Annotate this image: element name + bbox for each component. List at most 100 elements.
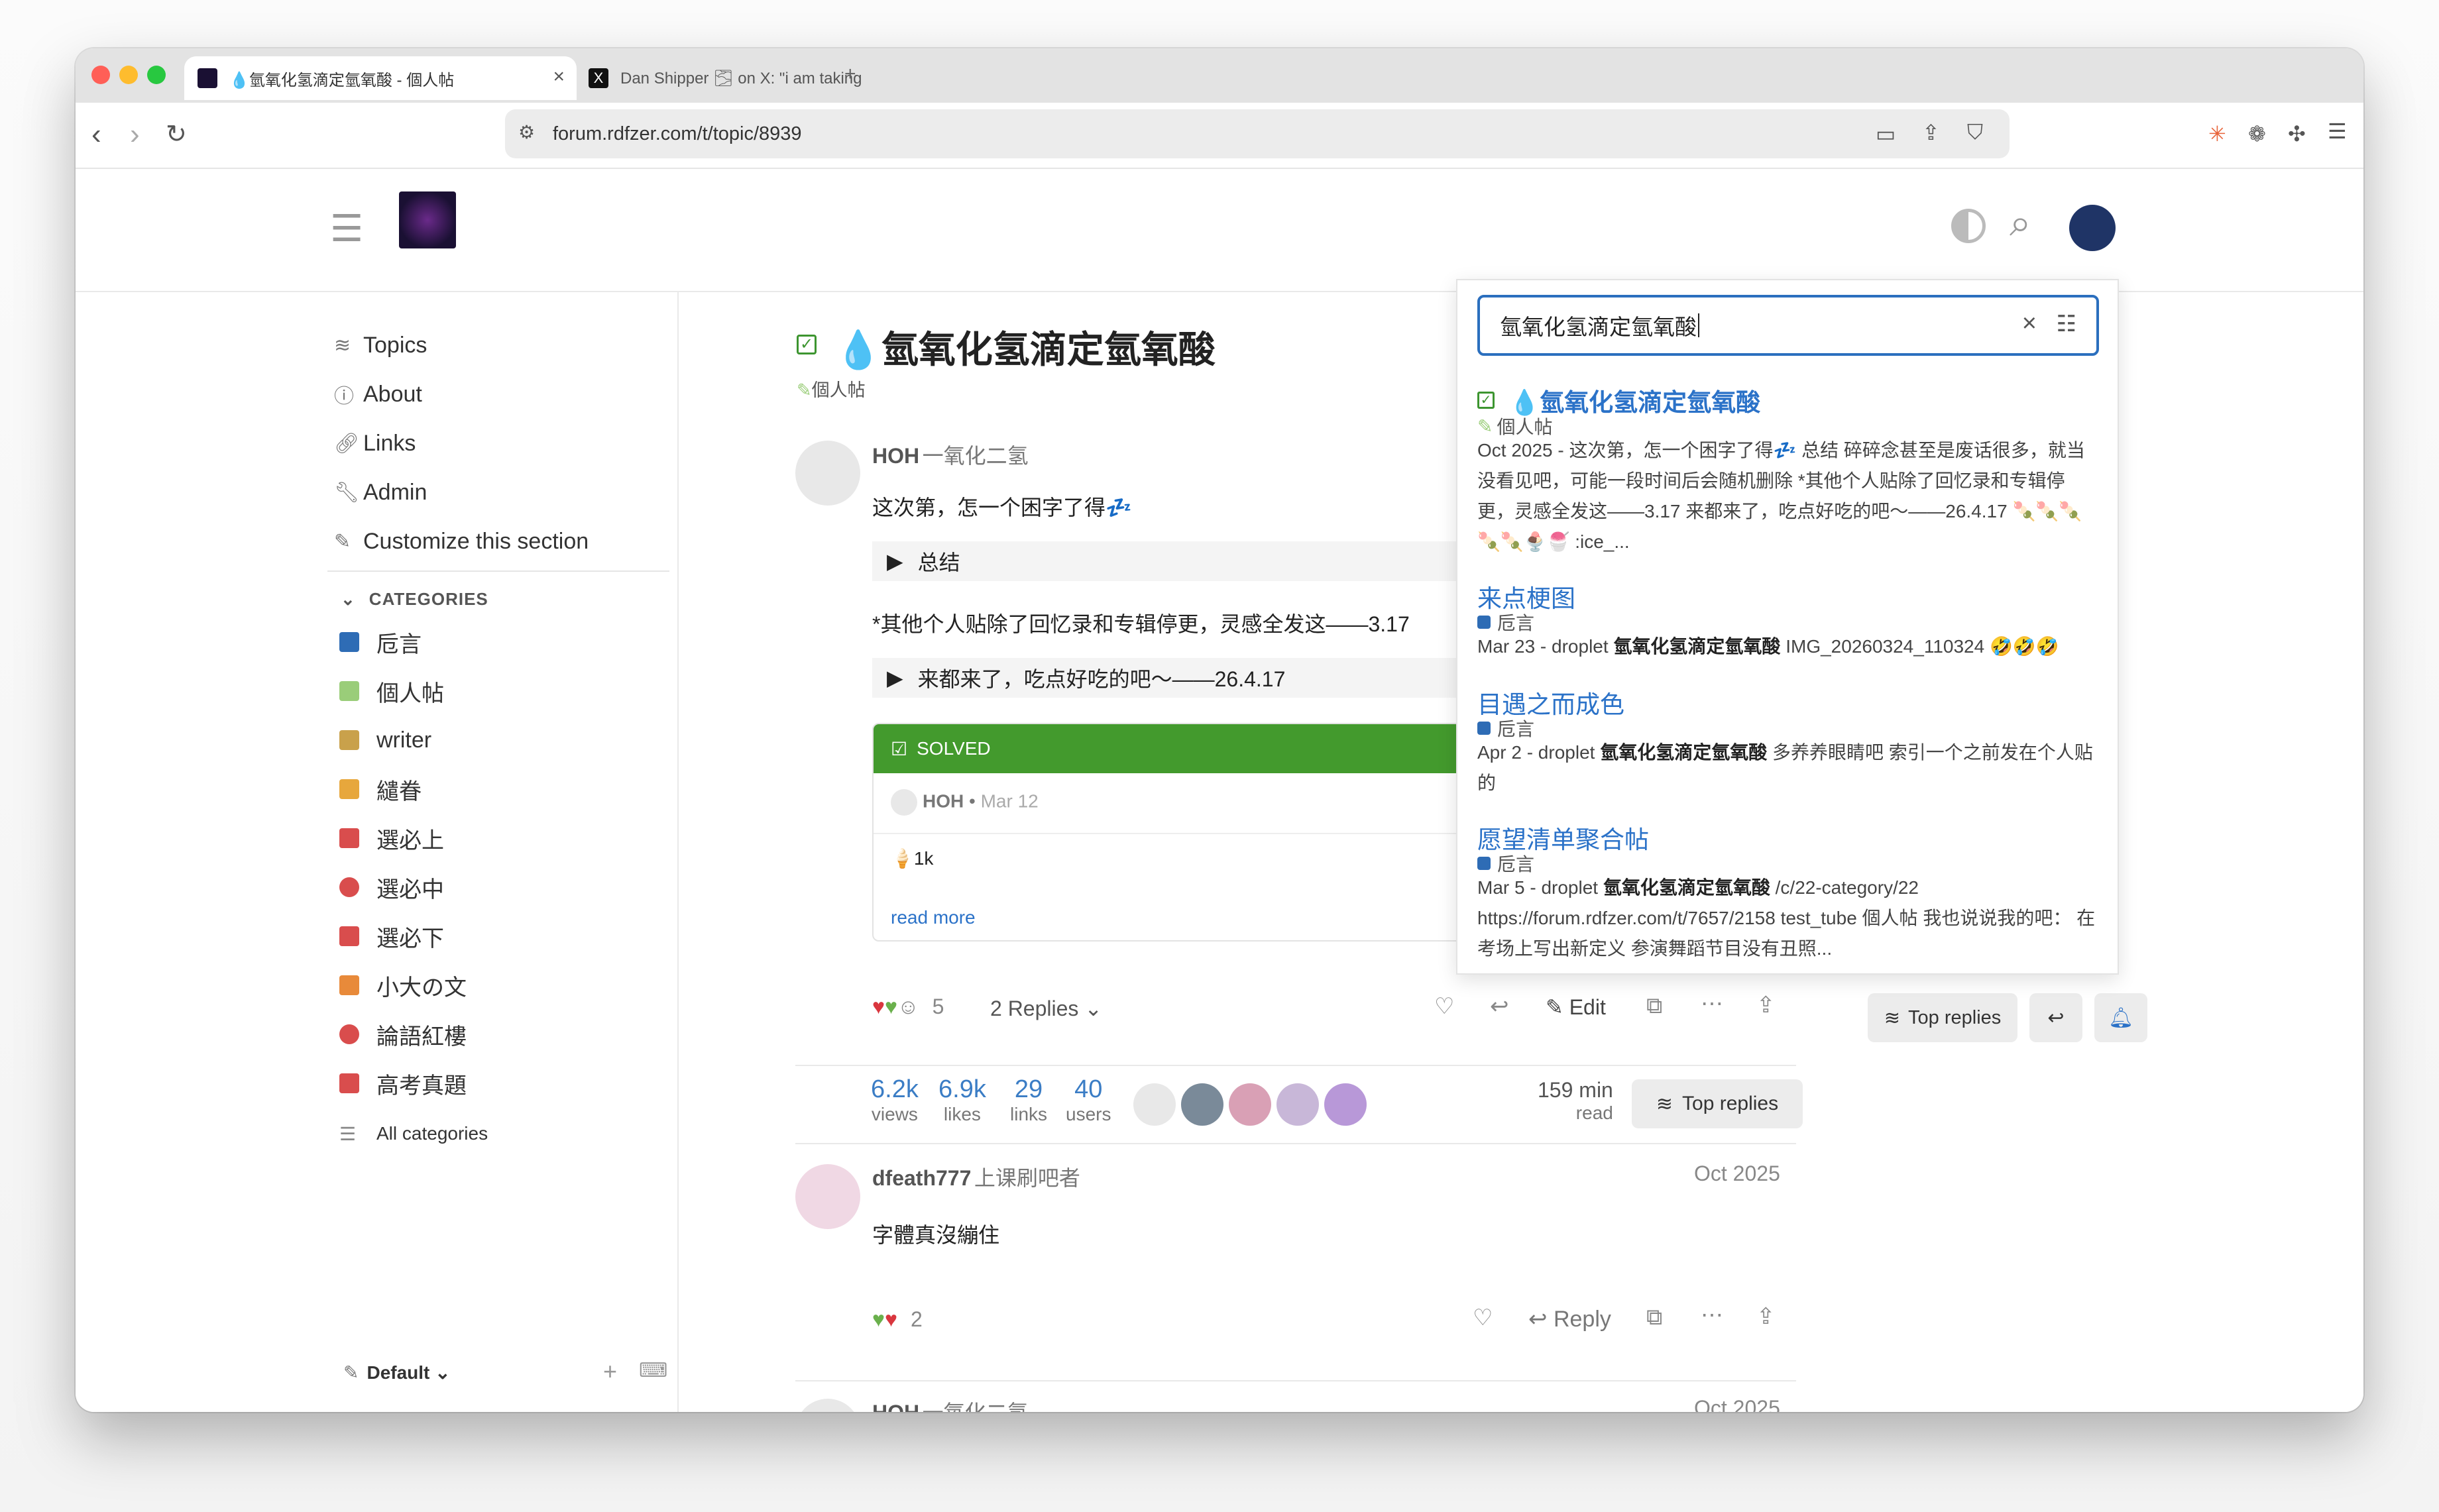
puzzle-icon[interactable]: ✣ [2288,121,2306,146]
timeline-reply-button[interactable]: ↩ [2029,993,2082,1042]
advanced-search-icon[interactable]: ☷ [2057,311,2076,337]
search-result-excerpt: Apr 2 - droplet 氫氧化氢滴定氫氧酸 多养养眼睛吧 索引一个之前发… [1477,742,2093,793]
tab-active[interactable]: 💧氫氧化氢滴定氫氧酸 - 個人帖 × [184,56,577,100]
layers-icon: ≋ [334,334,351,356]
sidebar-filter-dropdown[interactable]: ✎ Default ⌄ [343,1362,451,1383]
user-title: 上课刷吧者 [974,1166,1080,1190]
post-date[interactable]: Oct 2025 [1694,1396,1780,1412]
pencil-icon: ✎ [343,1362,359,1383]
search-icon[interactable]: ⌕ [2010,201,2031,246]
avatar[interactable] [1133,1083,1176,1126]
new-tab-button[interactable]: + [844,63,856,85]
sidebar-category-item[interactable]: 論語紅樓 [339,1014,467,1054]
sidebar-category-item[interactable]: 選必上 [339,818,444,858]
keyboard-icon[interactable]: ⌨ [639,1359,667,1382]
edit-button[interactable]: ✎ Edit [1546,995,1606,1020]
sidebar-item-links[interactable]: 🔗︎ Links [334,423,416,463]
divider [874,833,1534,834]
sidebar-category-item[interactable]: 選必中 [339,867,444,907]
tab-title: 💧氫氧化氢滴定氫氧酸 - 個人帖 [229,71,455,89]
sidebar-category-item[interactable]: 繾眷 [339,769,422,809]
details-summary[interactable]: ▶ 总结 [872,541,1528,581]
timeline-top-replies-button[interactable]: ≋ Top replies [1868,993,2017,1042]
tab-title: Dan Shipper 🌫 on X: "i am taking [620,69,862,87]
avatar[interactable] [1324,1083,1367,1126]
reload-icon[interactable]: ↻ [166,120,187,149]
copy-link-icon[interactable]: ⧉ [1646,1305,1662,1330]
extension-icon[interactable]: ✳ [2208,121,2226,146]
topic-title[interactable]: 💧氫氧化氢滴定氫氧酸 [835,320,1216,374]
sidebar-category-item[interactable]: 小大の文 [339,965,467,1005]
sidebar-item-admin[interactable]: 🔧︎ Admin [334,472,427,512]
hamburger-icon[interactable]: ☰ [330,210,363,247]
replies-toggle[interactable]: 2 Replies ⌄ [990,996,1102,1021]
post-date[interactable]: Oct 2025 [1694,1161,1780,1186]
username[interactable]: HOH [872,1401,919,1412]
sidebar-item-about[interactable]: ⓘ About [334,374,422,414]
category-badge-icon [1477,722,1491,735]
like-icon[interactable]: ♡ [1473,1305,1493,1331]
avatar[interactable] [795,1164,860,1229]
reply-button[interactable]: ↩ Reply [1528,1306,1611,1332]
top-replies-button[interactable]: ≋ Top replies [1632,1079,1803,1128]
topic-category[interactable]: ✎個人帖 [797,376,866,402]
avatar[interactable] [795,1399,860,1412]
brave-shield-icon[interactable]: ⛉ [1967,120,1983,145]
more-icon[interactable]: ⋯ [1701,991,1723,1017]
close-window-button[interactable] [91,66,110,84]
sidebar-category-item[interactable]: 卮言 [339,622,422,662]
theme-toggle-icon[interactable] [1951,209,1986,243]
avatar[interactable] [795,441,860,506]
forward-icon[interactable]: › [130,120,140,149]
heart-icon: ♥ [885,995,897,1018]
details-summary[interactable]: ▶ 来都来了，吃点好吃的吧～——26.4.17 [872,658,1528,698]
like-icon[interactable]: ♡ [1434,993,1454,1020]
topic-stat: 29 links [1010,1075,1048,1124]
zoom-window-button[interactable] [147,66,166,84]
more-icon[interactable]: ⋯ [1701,1302,1723,1328]
bell-icon: 🔔︎ [2108,1006,2134,1029]
sidebar-category-item[interactable]: writer [339,720,431,760]
cast-icon[interactable]: ▭ [1876,121,1896,146]
read-more-link[interactable]: read more [891,907,976,928]
avatar[interactable] [1229,1083,1271,1126]
address-bar[interactable]: ⚙ forum.rdfzer.com/t/topic/8939 ▭ ⇪ ⛉ [505,109,2010,158]
sidebar-all-categories[interactable]: ☰ All categories [339,1114,488,1154]
forum-favicon-icon [198,68,217,88]
reactions[interactable]: ♥ ♥ ☺ 5 [872,995,944,1019]
pencil-icon: ✎ [797,380,812,400]
pencil-icon: ✎ [1477,415,1493,437]
avatar[interactable] [1276,1083,1319,1126]
site-logo[interactable] [399,191,456,248]
share-icon[interactable]: ⇪ [1756,1303,1776,1330]
reply-icon[interactable]: ↩ [1490,993,1509,1020]
site-settings-icon[interactable]: ⚙ [518,121,535,143]
user-avatar[interactable] [2069,205,2116,251]
category-badge-icon [339,1024,359,1044]
back-icon[interactable]: ‹ [91,120,101,149]
sidebar-category-item[interactable]: 個人帖 [339,671,444,711]
notification-bell-button[interactable]: 🔔︎ [2094,993,2147,1042]
category-badge-icon [339,681,359,701]
share-icon[interactable]: ⇪ [1756,992,1776,1018]
heart-icon: ♥ [872,995,885,1018]
clear-icon[interactable]: × [2022,309,2037,338]
copy-link-icon[interactable]: ⧉ [1646,993,1662,1019]
search-input[interactable]: 氫氧化氢滴定氫氧酸 × ☷ [1477,295,2099,356]
categories-header[interactable]: ⌄ CATEGORIES [341,589,488,610]
username[interactable]: dfeath777 [872,1166,971,1190]
minimize-window-button[interactable] [119,66,138,84]
share-icon[interactable]: ⇪ [1922,120,1940,145]
ai-icon[interactable]: ❁ [2248,121,2266,146]
forum-page: ☰ ⌕ ≋ Topics ⓘ About 🔗︎ Links 🔧︎ Admin ✎ Cust… [76,169,2363,1412]
sidebar-item-topics[interactable]: ≋ Topics [334,325,427,365]
add-icon[interactable]: + [603,1358,617,1385]
post-text: 字體真沒繃住 [872,1223,1000,1247]
sidebar-category-item[interactable]: 高考真題 [339,1063,467,1103]
sidebar-item-customize[interactable]: ✎ Customize this section [334,521,589,561]
avatar[interactable] [1181,1083,1223,1126]
username[interactable]: HOH [872,444,919,468]
menu-icon[interactable]: ☰ [2328,119,2347,144]
reactions[interactable]: ♥♥ 2 [872,1307,923,1332]
sidebar-category-item[interactable]: 選必下 [339,916,444,956]
